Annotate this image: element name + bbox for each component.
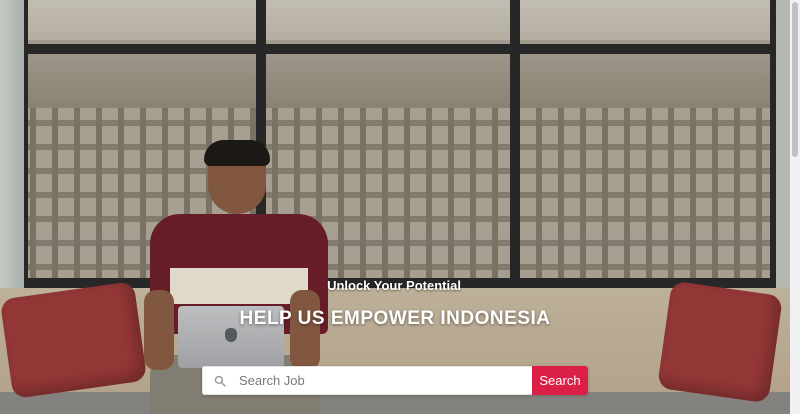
search-icon <box>203 375 237 387</box>
hero-tagline: Unlock Your Potential <box>0 278 790 293</box>
page: Unlock Your Potential HELP US EMPOWER IN… <box>0 0 800 414</box>
hero-banner: Unlock Your Potential HELP US EMPOWER IN… <box>0 0 790 414</box>
scrollbar-thumb[interactable] <box>792 2 798 157</box>
page-scrollbar[interactable] <box>790 0 800 414</box>
hero-tagline-text: Unlock Your Potential <box>327 278 461 293</box>
search-button[interactable]: Search <box>532 366 588 395</box>
hero-overlay <box>0 0 790 414</box>
hero-headline: HELP US EMPOWER INDONESIA <box>239 308 551 329</box>
job-search-form: Search <box>202 366 588 395</box>
search-field <box>202 366 532 395</box>
search-input[interactable] <box>237 367 532 394</box>
